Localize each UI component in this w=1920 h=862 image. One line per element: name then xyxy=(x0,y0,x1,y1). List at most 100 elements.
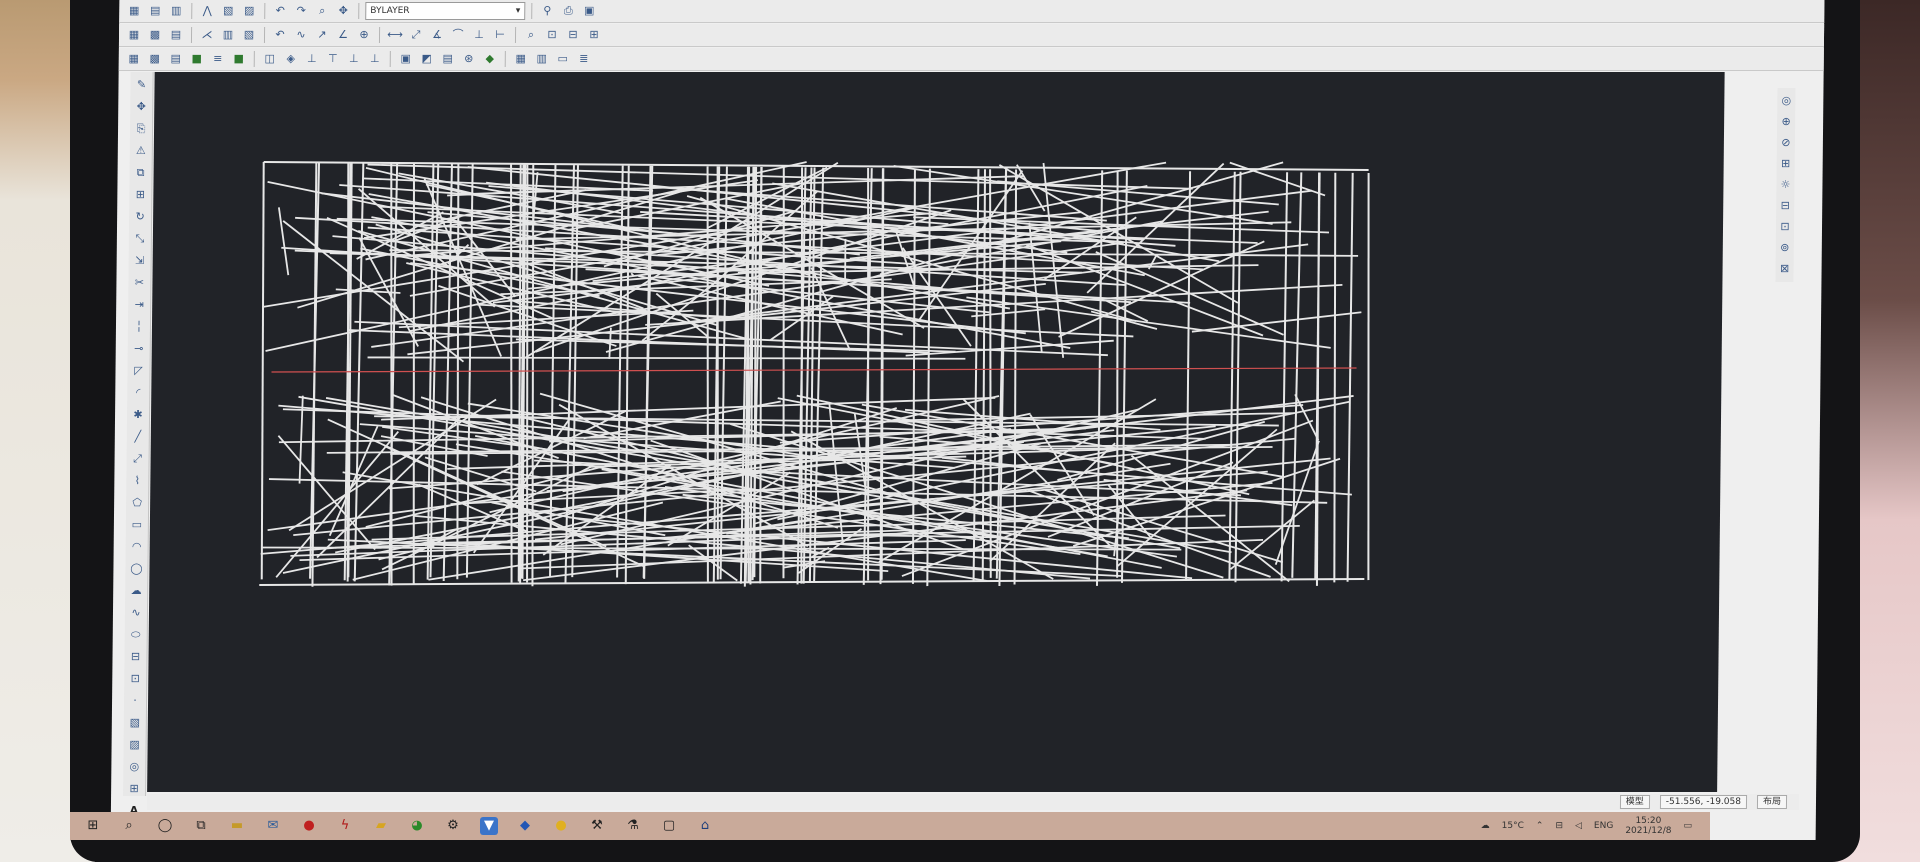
office-icon[interactable]: ● xyxy=(300,817,318,835)
wire-line[interactable] xyxy=(1185,171,1192,580)
yellow-app-icon[interactable]: ● xyxy=(552,817,570,835)
tool2-icon[interactable]: ⚗ xyxy=(624,817,642,835)
ellipse-icon[interactable]: ⬭ xyxy=(127,626,145,644)
move-icon[interactable]: ✥ xyxy=(132,98,150,116)
revcloud-icon[interactable]: ☁ xyxy=(127,582,145,600)
wire-line[interactable] xyxy=(1120,170,1128,583)
ducs-icon[interactable]: ◫ xyxy=(261,50,279,68)
weather-temp[interactable]: 15°C xyxy=(1502,821,1524,831)
task-view-icon[interactable]: ⧉ xyxy=(192,817,210,835)
dim-aligned-icon[interactable]: ⤢ xyxy=(407,26,425,44)
dyn-icon[interactable]: ◈ xyxy=(282,50,300,68)
polyline-icon[interactable]: ⌇ xyxy=(128,472,146,490)
rectangle-icon[interactable]: ▭ xyxy=(128,516,146,534)
insert-icon[interactable]: ⊟ xyxy=(126,648,144,666)
settings-icon[interactable]: ⚙ xyxy=(444,817,462,835)
annotation-icon[interactable]: ◩ xyxy=(418,50,436,68)
dim-baseline-icon[interactable]: ⊥ xyxy=(470,26,488,44)
properties-icon[interactable]: ▤ xyxy=(439,50,457,68)
design-center-icon[interactable]: ⊛ xyxy=(460,50,478,68)
copy-icon[interactable]: ⎘ xyxy=(132,120,150,138)
explorer-icon[interactable]: ▬ xyxy=(228,817,246,835)
undo-icon[interactable]: ↶ xyxy=(271,26,289,44)
help-icon[interactable]: ≣ xyxy=(575,50,593,68)
start-icon[interactable]: ⊞ xyxy=(84,817,102,835)
wire-line[interactable] xyxy=(1228,171,1236,580)
osnap-icon[interactable]: ≡ xyxy=(209,50,227,68)
chevron-up-icon[interactable]: ⌃ xyxy=(1536,821,1544,831)
spline-icon[interactable]: ∿ xyxy=(127,604,145,622)
arc-icon[interactable]: ◠ xyxy=(128,538,146,556)
camera-icon[interactable]: ⊞ xyxy=(1777,155,1795,173)
sheet-set-icon[interactable]: ▦ xyxy=(512,50,530,68)
wire-line[interactable] xyxy=(277,207,290,276)
dim-linear-icon[interactable]: ⟷ xyxy=(386,26,404,44)
cad-icon[interactable]: ▼ xyxy=(480,817,498,835)
polar-icon[interactable]: ■ xyxy=(188,50,206,68)
network-icon[interactable]: ⊟ xyxy=(1555,821,1563,831)
block-icon[interactable]: ⊡ xyxy=(126,670,144,688)
calculator-icon[interactable]: ▭ xyxy=(554,50,572,68)
layer-combo[interactable]: BYLAYER ▾ xyxy=(365,2,526,20)
cortana-icon[interactable]: ◯ xyxy=(156,817,174,835)
zoom-prev-icon[interactable]: ⊟ xyxy=(564,26,582,44)
text-icon[interactable]: ▥ xyxy=(219,26,237,44)
layout-icon[interactable]: ⊥ xyxy=(366,50,384,68)
extend-icon[interactable]: ⇥ xyxy=(130,296,148,314)
mail-icon[interactable]: ✉ xyxy=(264,817,282,835)
wire-line[interactable] xyxy=(381,396,996,421)
dim-angular-icon[interactable]: ∡ xyxy=(428,26,446,44)
wire-line[interactable] xyxy=(1331,172,1339,583)
region-icon[interactable]: ◎ xyxy=(125,758,143,776)
print-icon[interactable]: ▣ xyxy=(580,2,598,20)
orbit-icon[interactable]: ◎ xyxy=(1777,92,1795,110)
hatch-icon[interactable]: ▧ xyxy=(126,714,144,732)
wire-line[interactable] xyxy=(1191,311,1362,333)
gradient-icon[interactable]: ▨ xyxy=(126,736,144,754)
arc-icon[interactable]: ∿ xyxy=(292,26,310,44)
material-icon[interactable]: ⊟ xyxy=(1776,197,1794,215)
walk-icon[interactable]: ⊕ xyxy=(1777,113,1795,131)
dimension-icon[interactable]: ▤ xyxy=(167,26,185,44)
fillet-icon[interactable]: ◜ xyxy=(129,384,147,402)
find-icon[interactable]: ⚲ xyxy=(538,2,556,20)
layout-tab[interactable]: 布局 xyxy=(1756,795,1788,809)
mirror-icon[interactable]: ⚠ xyxy=(132,142,150,160)
redo-icon[interactable]: ↷ xyxy=(292,2,310,20)
pencil-icon[interactable]: ✎ xyxy=(132,76,150,94)
point-icon[interactable]: · xyxy=(126,692,144,710)
distance-icon[interactable]: ▦ xyxy=(125,26,143,44)
volume-icon[interactable]: ◁ xyxy=(1575,821,1582,831)
wire-line[interactable] xyxy=(1280,172,1289,582)
zoom-realtime-icon[interactable]: ⊞ xyxy=(585,26,603,44)
trim-icon[interactable]: ✂ xyxy=(130,274,148,292)
wire-line[interactable] xyxy=(354,320,1108,357)
hatch-icon[interactable]: ▧ xyxy=(240,26,258,44)
model-icon[interactable]: ⊥ xyxy=(345,50,363,68)
dim-radius-icon[interactable]: ⌒ xyxy=(449,26,467,44)
clock[interactable]: 15:20 2021/12/8 xyxy=(1625,816,1671,836)
chamfer-icon[interactable]: ◸ xyxy=(129,362,147,380)
view-icon[interactable]: ⊘ xyxy=(1777,134,1795,152)
lwt-icon[interactable]: ⊥ xyxy=(303,50,321,68)
layers-icon[interactable]: ▦ xyxy=(125,2,143,20)
dim-continue-icon[interactable]: ⊢ xyxy=(491,26,509,44)
polygon-icon[interactable]: ⬠ xyxy=(128,494,146,512)
explode-icon[interactable]: ✱ xyxy=(129,406,147,424)
wire-line[interactable] xyxy=(630,272,634,277)
window-icon[interactable]: ▢ xyxy=(660,817,678,835)
block-icon[interactable]: ▨ xyxy=(240,2,258,20)
tool-palette-icon[interactable]: ◆ xyxy=(481,50,499,68)
model-tab[interactable]: 模型 xyxy=(1619,795,1650,809)
grid-icon[interactable]: ▩ xyxy=(146,50,164,68)
wire-line[interactable] xyxy=(387,163,396,586)
wire-line[interactable] xyxy=(1364,173,1372,581)
fog-icon[interactable]: ⊠ xyxy=(1775,260,1793,278)
pan-icon[interactable]: ✥ xyxy=(334,2,352,20)
leader-icon[interactable]: ⋌ xyxy=(198,26,216,44)
wire-line[interactable] xyxy=(971,308,1046,318)
wire-line[interactable] xyxy=(901,247,972,347)
match-icon[interactable]: ⋀ xyxy=(198,2,216,20)
layer-props-icon[interactable]: ▤ xyxy=(146,2,164,20)
store-icon[interactable]: ⌂ xyxy=(696,817,714,835)
